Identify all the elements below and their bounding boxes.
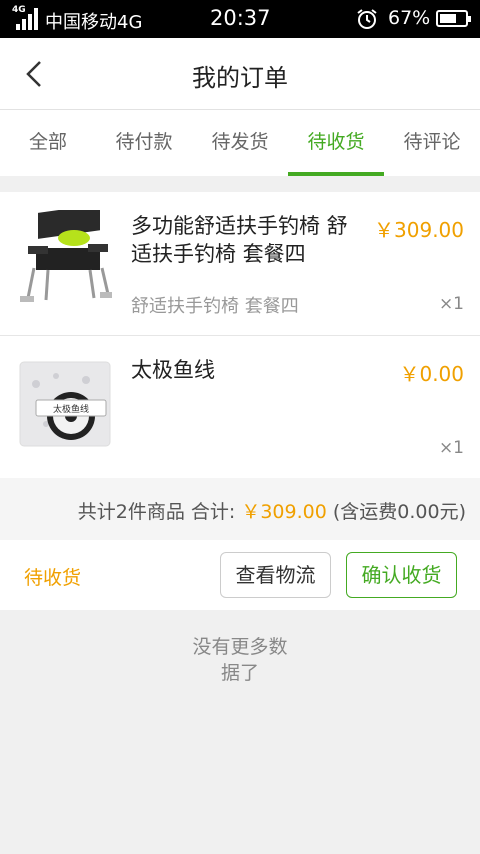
item-price: ￥0.00	[399, 362, 464, 386]
order-status-tabs: 全部 待付款 待发货 待收货 待评论	[0, 110, 480, 176]
battery-percent: 67%	[388, 7, 431, 29]
tab-label: 待收货	[307, 131, 365, 153]
tab-label: 待付款	[115, 131, 173, 153]
active-tab-indicator	[288, 172, 384, 176]
network-type-tag: 4G	[12, 5, 26, 15]
tab-all[interactable]: 全部	[8, 110, 88, 176]
fishing-line-image: 太极鱼线	[16, 354, 114, 452]
item-name: 多功能舒适扶手钓椅 舒适扶手钓椅 套餐四	[131, 214, 348, 266]
view-logistics-button[interactable]: 查看物流	[220, 552, 331, 598]
order-item[interactable]: 多功能舒适扶手钓椅 舒适扶手钓椅 套餐四 舒适扶手钓椅 套餐四 ￥309.00 …	[0, 192, 480, 335]
item-quantity: ×1	[438, 294, 464, 314]
alarm-icon	[357, 9, 377, 29]
item-spec: 舒适扶手钓椅 套餐四	[131, 296, 299, 317]
signal-icon: 4G	[12, 5, 38, 30]
confirm-receipt-button[interactable]: 确认收货	[346, 552, 457, 598]
item-price: ￥309.00	[374, 218, 464, 242]
tab-label: 待评论	[403, 131, 461, 153]
order-item[interactable]: 太极鱼线 太极鱼线 ￥0.00 ×1	[0, 336, 480, 479]
summary-count-text: 共计2件商品 合计:	[77, 501, 236, 523]
item-quantity: ×1	[438, 438, 464, 458]
tab-label: 全部	[28, 131, 67, 153]
summary-total: ￥309.00	[241, 501, 327, 523]
status-bar: 4G 中国移动4G 20:37 67%	[0, 0, 480, 38]
page-title: 我的订单	[192, 64, 288, 92]
tab-pending-review[interactable]: 待评论	[390, 110, 474, 176]
tab-label: 待发货	[211, 131, 269, 153]
tab-pending-receipt[interactable]: 待收货	[288, 110, 384, 176]
battery-icon	[436, 10, 471, 27]
order-summary: 共计2件商品 合计: ￥309.00 (含运费0.00元)	[0, 478, 480, 540]
nav-bar: 我的订单	[0, 38, 480, 110]
package-label: 太极鱼线	[53, 403, 89, 415]
tab-pending-payment[interactable]: 待付款	[100, 110, 188, 176]
order-status-label: 待收货	[24, 567, 82, 589]
carrier-label: 中国移动4G	[45, 12, 143, 33]
clock: 20:37	[210, 6, 271, 30]
order-actions: 待收货 查看物流 确认收货	[0, 540, 480, 610]
no-more-data-text: 没有更多数据了	[0, 634, 480, 686]
item-name: 太极鱼线	[131, 358, 215, 382]
summary-shipping-note: (含运费0.00元)	[332, 501, 466, 523]
fishing-chair-image	[16, 210, 114, 308]
tab-pending-shipment[interactable]: 待发货	[196, 110, 284, 176]
no-more-label: 没有更多数据了	[192, 636, 288, 684]
